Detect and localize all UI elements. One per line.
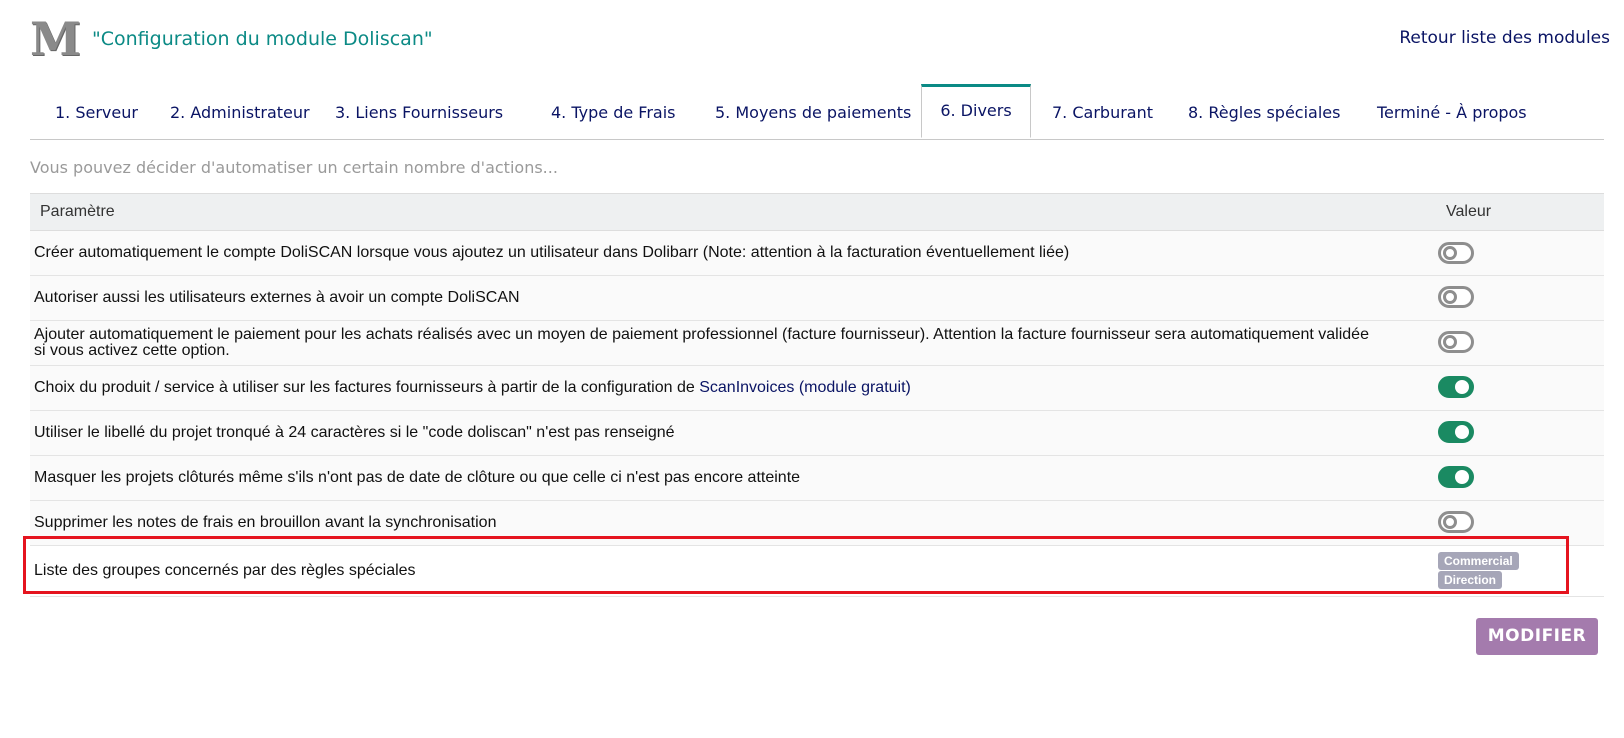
row-label: Créer automatiquement le compte DoliSCAN… xyxy=(34,244,1070,261)
row-label: Masquer les projets clôturés même s'ils … xyxy=(34,469,801,486)
table-row: Ajouter automatiquement le paiement pour… xyxy=(30,321,1604,366)
table-row: Choix du produit / service à utiliser su… xyxy=(30,366,1604,411)
row-label: Supprimer les notes de frais en brouillo… xyxy=(34,514,497,531)
table-row: Créer automatiquement le compte DoliSCAN… xyxy=(30,231,1604,276)
table-row: Utiliser le libellé du projet tronqué à … xyxy=(30,411,1604,456)
highlight-box xyxy=(23,536,1569,594)
row-label: Utiliser le libellé du projet tronqué à … xyxy=(34,424,675,441)
page-title: "Configuration du module Doliscan" xyxy=(92,28,433,50)
row-label: Choix du produit / service à utiliser su… xyxy=(34,380,1374,396)
tab-termine-a-propos[interactable]: Terminé - À propos xyxy=(1377,87,1527,138)
modify-button[interactable]: MODIFIER xyxy=(1476,618,1598,655)
table-header: Paramètre Valeur xyxy=(30,193,1604,231)
column-header-value: Valeur xyxy=(1446,203,1492,220)
toggle-off-icon[interactable] xyxy=(1438,331,1474,353)
scaninvoices-link[interactable]: ScanInvoices (module gratuit) xyxy=(699,379,911,396)
table-row: Autoriser aussi les utilisateurs externe… xyxy=(30,276,1604,321)
toggle-on-icon[interactable] xyxy=(1438,421,1474,443)
page-header: M "Configuration du module Doliscan" Ret… xyxy=(30,14,1610,66)
tab-liens-fournisseurs[interactable]: 3. Liens Fournisseurs xyxy=(335,87,503,138)
back-to-modules-link[interactable]: Retour liste des modules xyxy=(1399,28,1610,48)
tab-regles-speciales[interactable]: 8. Règles spéciales xyxy=(1188,87,1340,138)
column-header-param: Paramètre xyxy=(40,203,115,220)
toggle-on-icon[interactable] xyxy=(1438,376,1474,398)
row-label: Ajouter automatiquement le paiement pour… xyxy=(34,326,1369,359)
tab-type-de-frais[interactable]: 4. Type de Frais xyxy=(551,87,675,138)
toggle-off-icon[interactable] xyxy=(1438,242,1474,264)
toggle-on-icon[interactable] xyxy=(1438,466,1474,488)
tab-bar: 1. Serveur 2. Administrateur 3. Liens Fo… xyxy=(30,84,1604,140)
toggle-off-icon[interactable] xyxy=(1438,511,1474,533)
row-label-text: Choix du produit / service à utiliser su… xyxy=(34,379,700,396)
section-description: Vous pouvez décider d'automatiser un cer… xyxy=(30,158,558,177)
tab-moyens-de-paiements[interactable]: 5. Moyens de paiements xyxy=(715,87,911,138)
module-logo-icon: M xyxy=(30,12,81,66)
tab-divers[interactable]: 6. Divers xyxy=(921,84,1031,138)
tab-administrateur[interactable]: 2. Administrateur xyxy=(170,87,310,138)
row-label: Autoriser aussi les utilisateurs externe… xyxy=(34,289,520,306)
tab-serveur[interactable]: 1. Serveur xyxy=(55,87,138,138)
toggle-off-icon[interactable] xyxy=(1438,286,1474,308)
tab-carburant[interactable]: 7. Carburant xyxy=(1052,87,1153,138)
table-row: Masquer les projets clôturés même s'ils … xyxy=(30,456,1604,501)
